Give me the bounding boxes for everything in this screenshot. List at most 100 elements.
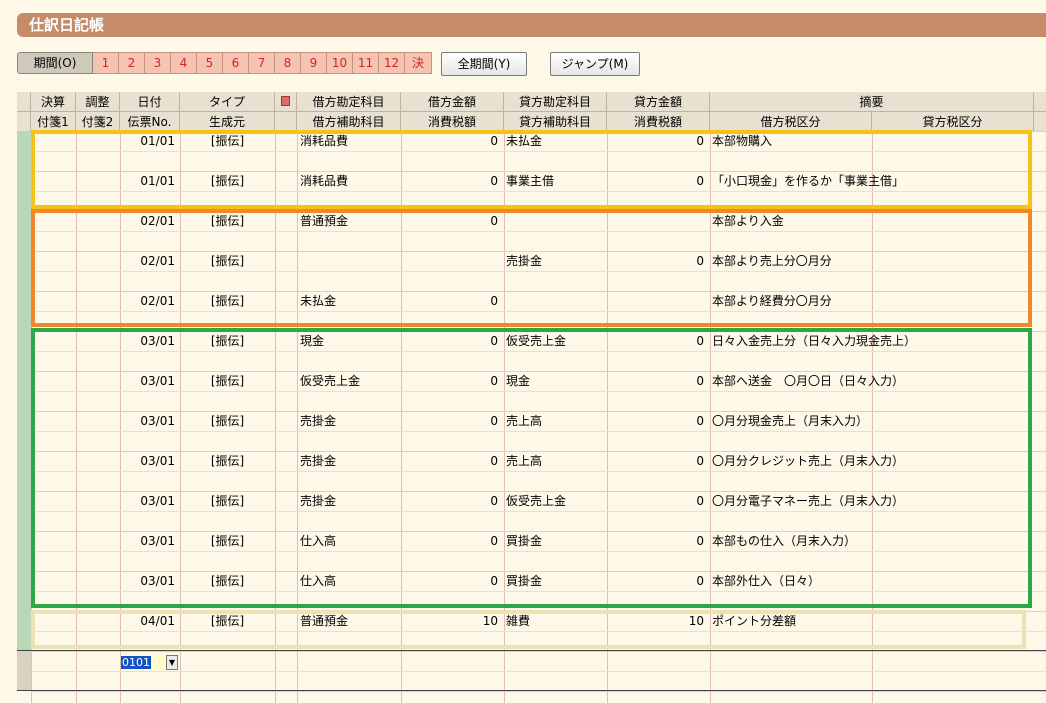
- row-selector[interactable]: [17, 411, 31, 451]
- entry-credit-amount[interactable]: 0: [607, 572, 707, 590]
- row-selector[interactable]: [17, 291, 31, 331]
- entry-credit-account[interactable]: 売上高: [506, 452, 606, 470]
- period-button-1[interactable]: 1: [93, 52, 119, 74]
- entry-memo[interactable]: 本部外仕入（日々）: [712, 572, 1022, 590]
- col-type[interactable]: タイプ: [180, 92, 275, 112]
- entry-credit-account[interactable]: 未払金: [506, 132, 606, 150]
- entry-credit-amount[interactable]: 0: [607, 252, 707, 270]
- row-selector[interactable]: [17, 651, 31, 691]
- col-credit-tax[interactable]: 消費税額: [607, 112, 710, 132]
- col-memo[interactable]: 摘要: [710, 92, 1034, 112]
- entry-credit-amount[interactable]: 10: [607, 612, 707, 630]
- col-credit-account[interactable]: 貸方勘定科目: [504, 92, 607, 112]
- entry-credit-amount[interactable]: [607, 292, 707, 310]
- period-button-10[interactable]: 10: [327, 52, 353, 74]
- col-fusen1[interactable]: 付箋1: [31, 112, 76, 132]
- col-debit-amount[interactable]: 借方金額: [401, 92, 504, 112]
- entry-credit-account[interactable]: 買掛金: [506, 572, 606, 590]
- entry-date[interactable]: 03/01: [120, 492, 178, 510]
- entry-date[interactable]: 03/01: [120, 532, 178, 550]
- row-selector[interactable]: [17, 371, 31, 411]
- entry-memo[interactable]: 日々入金売上分（日々入力現金売上）: [712, 332, 1022, 350]
- col-debit-sub-account[interactable]: 借方補助科目: [297, 112, 401, 132]
- entry-date[interactable]: 03/01: [120, 572, 178, 590]
- period-button-2[interactable]: 2: [119, 52, 145, 74]
- entry-credit-amount[interactable]: 0: [607, 332, 707, 350]
- row-selector[interactable]: [17, 171, 31, 211]
- new-entry-date-input[interactable]: 0101: [121, 655, 165, 670]
- entry-date[interactable]: 03/01: [120, 332, 178, 350]
- col-voucher-no[interactable]: 伝票No.: [120, 112, 180, 132]
- entry-debit-account[interactable]: 未払金: [300, 292, 400, 310]
- entry-memo[interactable]: 〇月分クレジット売上（月末入力）: [712, 452, 1022, 470]
- entry-debit-account[interactable]: 消耗品費: [300, 132, 400, 150]
- entry-debit-account[interactable]: 普通預金: [300, 612, 400, 630]
- row-selector[interactable]: [17, 131, 31, 171]
- entry-debit-amount[interactable]: [401, 252, 501, 270]
- entry-debit-amount[interactable]: 0: [401, 492, 501, 510]
- entry-credit-amount[interactable]: 0: [607, 452, 707, 470]
- entry-debit-account[interactable]: 普通預金: [300, 212, 400, 230]
- entry-debit-account[interactable]: 仕入高: [300, 572, 400, 590]
- entry-memo[interactable]: 〇月分現金売上（月末入力）: [712, 412, 1022, 430]
- col-source[interactable]: 生成元: [180, 112, 275, 132]
- entry-date[interactable]: 03/01: [120, 372, 178, 390]
- col-debit-account[interactable]: 借方勘定科目: [297, 92, 401, 112]
- col-chosei[interactable]: 調整: [76, 92, 120, 112]
- date-dropdown-icon[interactable]: ▼: [166, 655, 178, 670]
- entry-memo[interactable]: 本部より売上分〇月分: [712, 252, 1022, 270]
- entry-date[interactable]: 02/01: [120, 252, 178, 270]
- entry-credit-account[interactable]: [506, 212, 606, 230]
- entry-type[interactable]: [振伝]: [180, 292, 275, 310]
- entry-type[interactable]: [振伝]: [180, 252, 275, 270]
- entry-credit-amount[interactable]: 0: [607, 372, 707, 390]
- entry-credit-amount[interactable]: 0: [607, 172, 707, 190]
- period-button-13[interactable]: 決: [405, 52, 432, 74]
- entry-credit-amount[interactable]: 0: [607, 412, 707, 430]
- period-button-6[interactable]: 6: [223, 52, 249, 74]
- entry-debit-account[interactable]: 仮受売上金: [300, 372, 400, 390]
- entry-debit-account[interactable]: 仕入高: [300, 532, 400, 550]
- entry-debit-amount[interactable]: 0: [401, 532, 501, 550]
- entry-date[interactable]: 03/01: [120, 452, 178, 470]
- entry-date[interactable]: 01/01: [120, 172, 178, 190]
- entry-debit-amount[interactable]: 0: [401, 372, 501, 390]
- period-button-5[interactable]: 5: [197, 52, 223, 74]
- entry-type[interactable]: [振伝]: [180, 492, 275, 510]
- row-selector[interactable]: [17, 251, 31, 291]
- entry-debit-amount[interactable]: 0: [401, 572, 501, 590]
- entry-debit-amount[interactable]: 0: [401, 412, 501, 430]
- row-selector[interactable]: [17, 331, 31, 371]
- entry-date[interactable]: 02/01: [120, 212, 178, 230]
- col-fusen2[interactable]: 付箋2: [76, 112, 120, 132]
- entry-type[interactable]: [振伝]: [180, 572, 275, 590]
- row-selector[interactable]: [17, 571, 31, 611]
- col-debit-tax-class[interactable]: 借方税区分: [710, 112, 872, 132]
- entry-credit-amount[interactable]: 0: [607, 532, 707, 550]
- entry-debit-amount[interactable]: 0: [401, 212, 501, 230]
- entry-memo[interactable]: 本部もの仕入（月末入力）: [712, 532, 1022, 550]
- period-button-9[interactable]: 9: [301, 52, 327, 74]
- entry-credit-account[interactable]: 雑費: [506, 612, 606, 630]
- col-credit-tax-class[interactable]: 貸方税区分: [872, 112, 1034, 132]
- entry-credit-amount[interactable]: [607, 212, 707, 230]
- entry-debit-amount[interactable]: 10: [401, 612, 501, 630]
- period-button-8[interactable]: 8: [275, 52, 301, 74]
- row-selector[interactable]: [17, 491, 31, 531]
- col-credit-amount[interactable]: 貸方金額: [607, 92, 710, 112]
- entry-memo[interactable]: 本部へ送金 〇月〇日（日々入力）: [712, 372, 1022, 390]
- entry-debit-account[interactable]: 売掛金: [300, 492, 400, 510]
- entry-memo[interactable]: 本部より経費分〇月分: [712, 292, 1022, 310]
- entry-debit-amount[interactable]: 0: [401, 172, 501, 190]
- entry-credit-account[interactable]: 事業主借: [506, 172, 606, 190]
- entry-debit-account[interactable]: 売掛金: [300, 452, 400, 470]
- entry-memo[interactable]: 〇月分電子マネー売上（月末入力）: [712, 492, 1022, 510]
- entry-type[interactable]: [振伝]: [180, 172, 275, 190]
- entry-debit-amount[interactable]: 0: [401, 452, 501, 470]
- entry-credit-amount[interactable]: 0: [607, 492, 707, 510]
- col-kessan[interactable]: 決算: [31, 92, 76, 112]
- row-selector[interactable]: [17, 611, 31, 651]
- entry-memo[interactable]: ポイント分差額: [712, 612, 1022, 630]
- note-column-icon[interactable]: [275, 92, 297, 112]
- entry-type[interactable]: [振伝]: [180, 412, 275, 430]
